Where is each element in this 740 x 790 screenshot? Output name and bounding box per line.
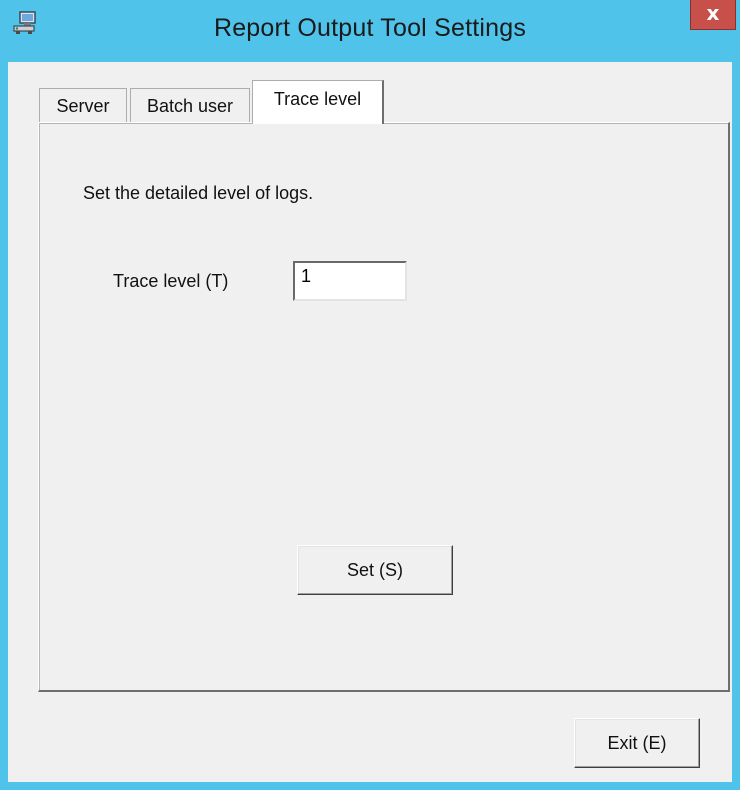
exit-button[interactable]: Exit (E) (574, 718, 700, 768)
panel-description: Set the detailed level of logs. (83, 183, 314, 203)
window-title: Report Output Tool Settings (213, 14, 527, 42)
title-bar[interactable]: Report Output Tool Settings x (0, 0, 740, 62)
set-button[interactable]: Set (S) (297, 545, 453, 595)
trace-level-label: Trace level (T) (113, 271, 229, 291)
trace-level-input[interactable] (293, 261, 407, 301)
tab-batch-user[interactable]: Batch user (130, 88, 250, 122)
tab-trace-level[interactable]: Trace level (252, 80, 384, 124)
tab-server[interactable]: Server (39, 88, 127, 122)
settings-dialog: Report Output Tool Settings x Server Bat… (0, 0, 740, 790)
close-button[interactable]: x (690, 0, 736, 30)
trace-level-panel: Set the detailed level of logs. Trace le… (38, 122, 730, 692)
